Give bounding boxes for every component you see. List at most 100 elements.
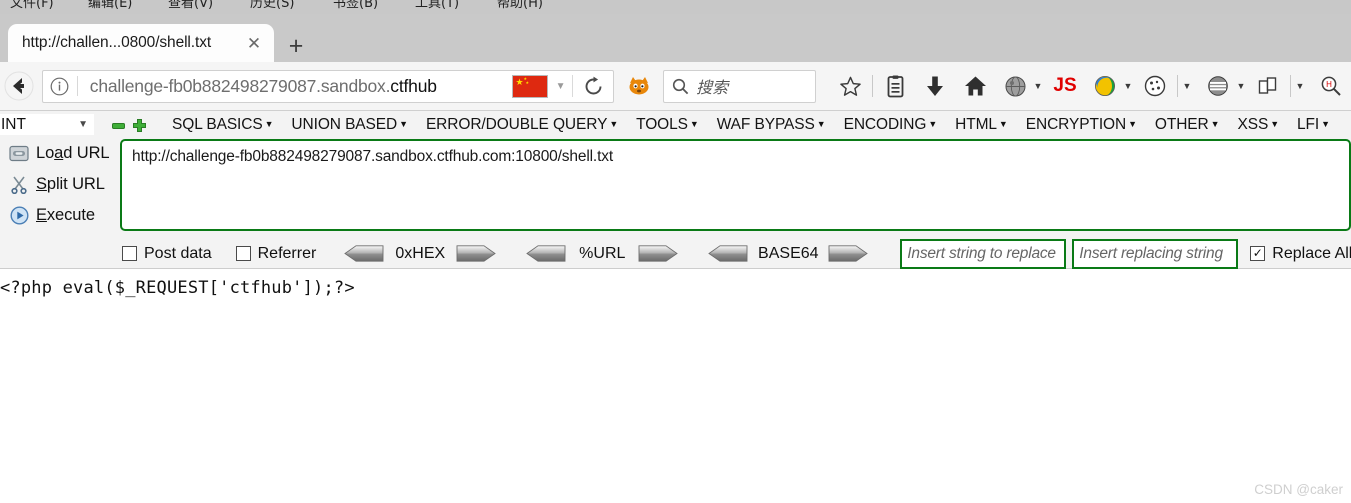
scissors-icon	[2, 171, 36, 199]
load-url-icon	[2, 140, 36, 168]
load-url-label: Load URL	[36, 144, 110, 162]
firefox-fox-icon[interactable]	[626, 67, 654, 105]
injection-point-value: INT	[1, 115, 26, 133]
os-menu-item-bookmarks[interactable]: 书签(B)	[333, 0, 378, 11]
post-data-label: Post data	[144, 244, 212, 262]
execute-button[interactable]: Execute	[0, 200, 120, 231]
url-domain-highlight: ctfhub	[390, 75, 437, 96]
search-input[interactable]: 搜索	[663, 69, 816, 103]
js-badge-icon[interactable]: JS	[1045, 66, 1085, 106]
os-menu-item-edit[interactable]: 编辑(E)	[88, 0, 132, 11]
os-menu-item-view[interactable]: 查看(V)	[168, 0, 213, 11]
globe-color-icon[interactable]	[1085, 66, 1125, 106]
hackbar-menu-html[interactable]: HTML ▼	[946, 116, 1017, 134]
replace-all-label: Replace All	[1272, 244, 1351, 262]
library-icon[interactable]	[875, 66, 915, 106]
back-arrow-icon[interactable]	[2, 64, 36, 108]
url-decode-button[interactable]	[526, 245, 566, 262]
hackbar-menu-lfi[interactable]: LFI ▼	[1288, 116, 1339, 134]
page-content: <?php eval($_REQUEST['ctfhub']);?> CSDN …	[0, 269, 1351, 503]
minus-icon[interactable]	[112, 119, 125, 131]
china-flag-icon: ★ ★ ★	[511, 74, 548, 98]
os-menu-item-help[interactable]: 帮助(H)	[497, 0, 543, 11]
hackbar-menu-error-double-query[interactable]: ERROR/DOUBLE QUERY ▼	[417, 116, 627, 134]
execute-play-icon	[2, 202, 36, 230]
os-menu-item-tools[interactable]: 工具(T)	[415, 0, 459, 11]
bookmark-star-icon[interactable]	[830, 66, 870, 106]
url-prefix: challenge-fb0b882498279087.sandbox.	[89, 75, 391, 96]
referrer-label: Referrer	[257, 244, 317, 262]
replace-to-input[interactable]: Insert replacing string	[1072, 238, 1239, 269]
replace-all-checkbox[interactable]: ✓ Replace All	[1250, 245, 1351, 263]
chevron-down-icon[interactable]: ▼	[1289, 81, 1311, 91]
hackbar-menu-waf-bypass[interactable]: WAF BYPASS ▼	[708, 116, 835, 134]
hackbar-options-row: Post data Referrer 0xHEX %URL BASE64 Ins…	[0, 238, 1351, 269]
checkmark-icon: ✓	[1252, 246, 1263, 260]
hex-codec-group: 0xHEX	[344, 244, 497, 263]
cookie-icon[interactable]	[1135, 66, 1175, 106]
execute-label: Execute	[36, 206, 95, 224]
search-icon	[673, 78, 689, 94]
csdn-watermark: CSDN @caker	[1254, 482, 1343, 497]
base64-decode-button[interactable]	[708, 245, 748, 262]
hackbar-menu-row: INT ▼ SQL BASICS ▼ UNION BASED ▼ ERROR/DOU…	[0, 111, 1351, 138]
hackbar-menu-encryption[interactable]: ENCRYPTION ▼	[1017, 116, 1146, 134]
hex-decode-button[interactable]	[344, 245, 384, 262]
hex-encode-button[interactable]	[456, 245, 497, 262]
chevron-down-icon[interactable]: ▼	[550, 81, 572, 92]
split-url-label: Split URL	[36, 175, 105, 193]
home-icon[interactable]	[955, 66, 995, 106]
os-menu-item-history[interactable]: 历史(S)	[250, 0, 294, 11]
referrer-checkbox-box	[235, 246, 251, 261]
os-menu-item-file[interactable]: 文件(F)	[10, 0, 54, 11]
replace-all-checkbox-box: ✓	[1250, 246, 1266, 261]
referrer-checkbox[interactable]: Referrer	[235, 244, 317, 263]
url-codec-label: %URL	[579, 244, 626, 262]
hackbar-menu-tools[interactable]: TOOLS ▼	[627, 116, 708, 134]
base64-label: BASE64	[758, 244, 819, 262]
downloads-icon[interactable]	[915, 66, 955, 106]
magnifier-red-icon[interactable]: H	[1311, 66, 1351, 106]
chevron-down-icon[interactable]: ▼	[1176, 81, 1198, 91]
hackbar-menu-other[interactable]: OTHER ▼	[1146, 116, 1229, 134]
plus-icon[interactable]: +	[282, 32, 310, 60]
flag-star-small-2: ★	[525, 79, 530, 85]
base64-encode-button[interactable]	[828, 245, 869, 262]
close-icon[interactable]: ✕	[242, 31, 266, 55]
globe-grey-icon[interactable]	[995, 66, 1035, 106]
reload-icon[interactable]	[575, 67, 613, 105]
replace-from-placeholder: Insert string to replace	[907, 244, 1056, 262]
browser-tab[interactable]: http://challen...0800/shell.txt ✕	[8, 24, 274, 62]
os-menu-bar: 文件(F) 编辑(E) 查看(V) 历史(S) 书签(B) 工具(T) 帮助(H…	[0, 0, 1351, 14]
info-circle-icon[interactable]	[43, 77, 77, 96]
post-data-checkbox-box	[122, 246, 137, 261]
address-bar[interactable]: challenge-fb0b882498279087.sandbox.ctfhu…	[41, 67, 614, 105]
copy-page-icon[interactable]	[1248, 66, 1288, 106]
hackbar-menu-xss[interactable]: XSS ▼	[1228, 116, 1288, 134]
flag-star-main: ★	[515, 76, 524, 87]
replace-from-input[interactable]: Insert string to replace	[900, 238, 1067, 269]
php-code-text: <?php eval($_REQUEST['ctfhub']);?>	[0, 278, 355, 298]
base64-codec-group: BASE64	[708, 244, 869, 263]
plus-icon[interactable]	[133, 119, 146, 132]
search-placeholder: 搜索	[696, 78, 729, 97]
split-url-button[interactable]: Split URL	[0, 169, 120, 200]
hackbar-menu-sql-basics[interactable]: SQL BASICS ▼	[163, 116, 282, 134]
hackbar-panel: INT ▼ SQL BASICS ▼ UNION BASED ▼ ERROR/DOU…	[0, 111, 1351, 269]
svg-text:H: H	[1326, 80, 1332, 89]
hackbar-menu-items: SQL BASICS ▼ UNION BASED ▼ ERROR/DOUBLE QU…	[163, 111, 1339, 138]
hackbar-menu-union-based[interactable]: UNION BASED ▼	[282, 116, 417, 134]
browser-window: 文件(F) 编辑(E) 查看(V) 历史(S) 书签(B) 工具(T) 帮助(H…	[0, 0, 1351, 503]
url-textarea[interactable]: http://challenge-fb0b882498279087.sandbo…	[120, 139, 1351, 231]
tab-title: http://challen...0800/shell.txt	[22, 34, 212, 51]
hex-label: 0xHEX	[395, 244, 446, 262]
toolbar-divider-1	[872, 75, 873, 97]
hackbar-action-buttons: Load URL Split URL Execute	[0, 138, 120, 236]
hamburger-globe-icon[interactable]	[1198, 66, 1238, 106]
url-encode-button[interactable]	[638, 245, 679, 262]
injection-point-select[interactable]: INT ▼	[0, 114, 94, 135]
hackbar-menu-encoding[interactable]: ENCODING ▼	[835, 116, 947, 134]
tab-strip: http://challen...0800/shell.txt ✕ +	[0, 14, 1351, 62]
load-url-button[interactable]: Load URL	[0, 138, 120, 169]
post-data-checkbox[interactable]: Post data	[122, 245, 212, 263]
